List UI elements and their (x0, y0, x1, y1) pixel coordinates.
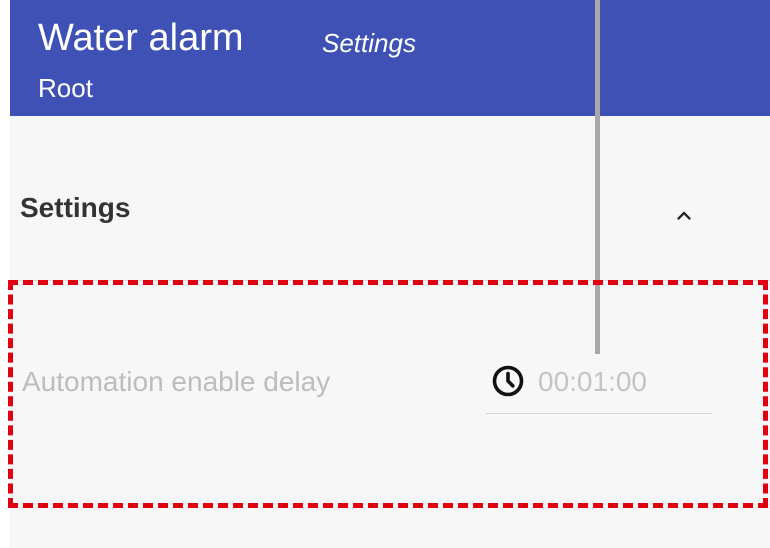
app-header: Water alarm Settings Root (10, 0, 770, 116)
clock-icon (492, 365, 524, 397)
vertical-pointer-line (595, 0, 600, 354)
chevron-up-icon (677, 211, 691, 220)
page-subtitle: Settings (322, 28, 416, 58)
automation-enable-delay-row: Automation enable delay 00:01:00 (10, 316, 770, 456)
section-divider (10, 280, 770, 281)
settings-panel: Settings Automation enable delay 00:01:0… (10, 116, 770, 548)
collapse-toggle-button[interactable] (662, 194, 706, 234)
time-value: 00:01:00 (538, 366, 647, 397)
settings-section-header[interactable]: Settings (10, 174, 770, 254)
automation-enable-delay-label: Automation enable delay (22, 366, 331, 397)
section-title: Settings (20, 192, 131, 223)
breadcrumb[interactable]: Root (38, 72, 93, 104)
row-divider (10, 504, 770, 505)
app-title: Water alarm (38, 17, 244, 59)
automation-enable-delay-input[interactable]: 00:01:00 (486, 356, 712, 414)
